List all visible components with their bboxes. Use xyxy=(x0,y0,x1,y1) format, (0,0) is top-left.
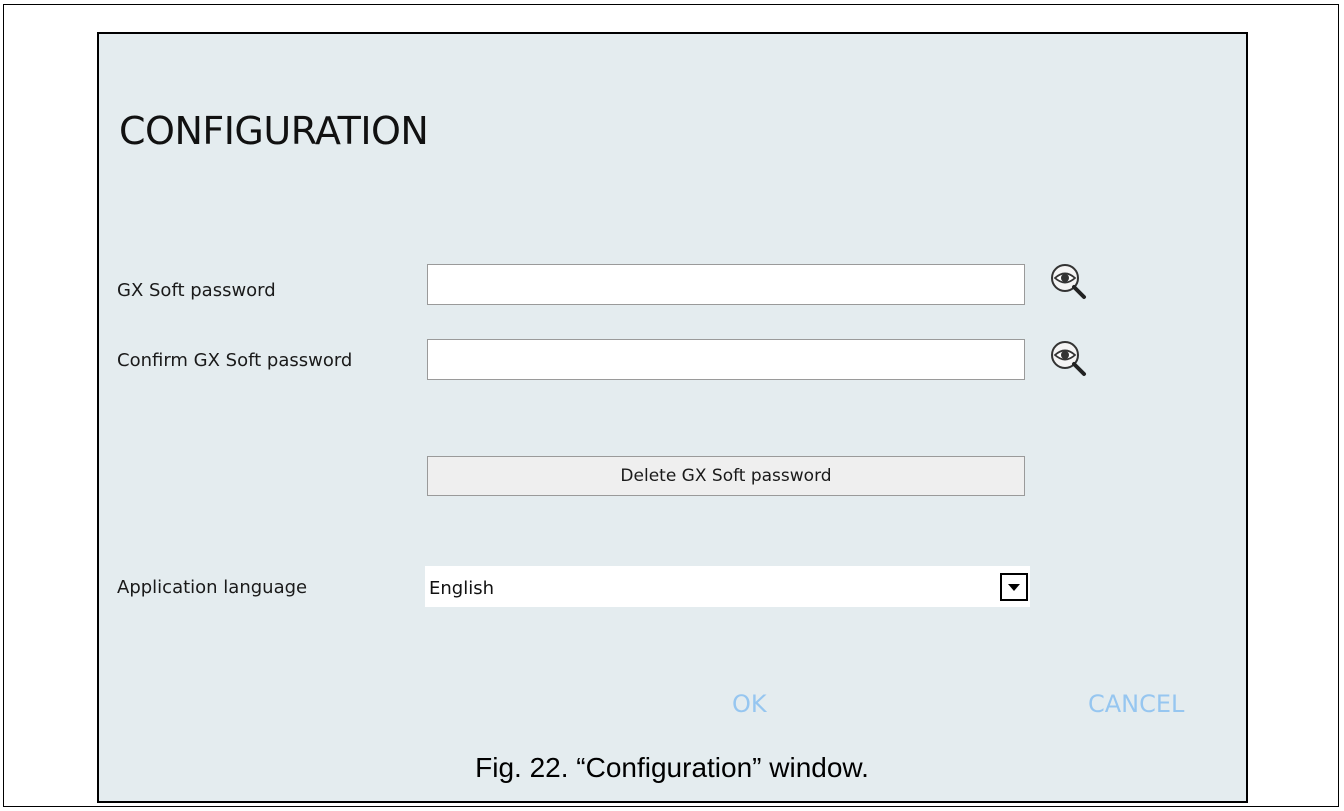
language-selected-value: English xyxy=(429,578,494,599)
delete-password-button[interactable]: Delete GX Soft password xyxy=(427,456,1025,496)
configuration-window: CONFIGURATION GX Soft password Confirm G… xyxy=(97,32,1248,803)
ok-button[interactable]: OK xyxy=(732,692,767,716)
language-select[interactable]: English xyxy=(425,566,1030,607)
confirm-password-input[interactable] xyxy=(438,340,1018,381)
password-label: GX Soft password xyxy=(117,280,276,301)
language-label: Application language xyxy=(117,577,308,598)
confirm-password-label: Confirm GX Soft password xyxy=(117,350,353,371)
cancel-button[interactable]: CANCEL xyxy=(1088,692,1184,716)
password-input[interactable] xyxy=(438,265,1018,306)
figure-caption: Fig. 22. “Configuration” window. xyxy=(475,752,869,783)
window-title: CONFIGURATION xyxy=(119,109,429,153)
show-password-icon[interactable] xyxy=(1049,262,1089,302)
chevron-down-icon[interactable] xyxy=(1000,573,1028,601)
password-field[interactable] xyxy=(427,264,1025,306)
show-confirm-password-icon[interactable] xyxy=(1049,339,1089,379)
confirm-password-field[interactable] xyxy=(427,339,1025,381)
